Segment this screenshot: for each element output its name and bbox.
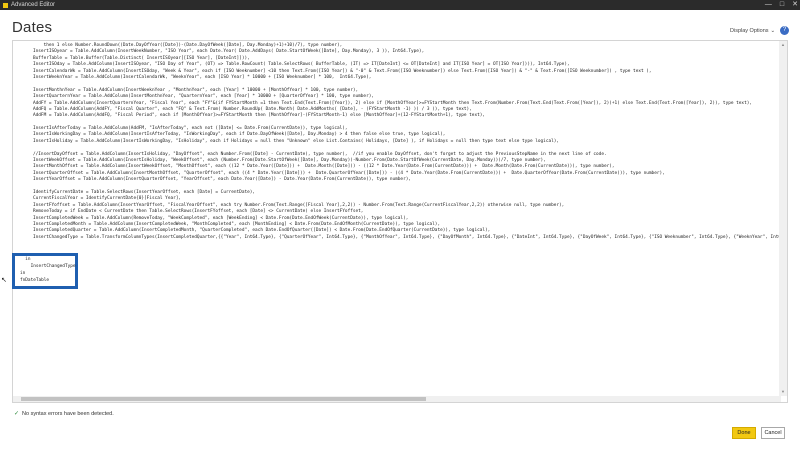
- code-line: in: [20, 271, 26, 276]
- cancel-button[interactable]: Cancel: [761, 427, 785, 439]
- status-text: No syntax errors have been detected.: [22, 410, 114, 417]
- maximize-icon[interactable]: □: [780, 0, 784, 10]
- code-text[interactable]: then 1 else Number.RoundDown((Date.DayOf…: [33, 43, 788, 241]
- scroll-down-icon[interactable]: ▼: [780, 389, 786, 395]
- power-bi-icon: [3, 2, 8, 8]
- display-options-label: Display Options: [730, 28, 769, 34]
- code-line: in: [20, 257, 31, 262]
- mouse-cursor-icon: ↖: [1, 277, 7, 284]
- done-button[interactable]: Done: [732, 427, 756, 439]
- code-line: fnDateTable: [20, 278, 50, 283]
- chevron-down-icon: ⌄: [770, 28, 776, 34]
- display-options-dropdown[interactable]: Display Options ⌄: [730, 28, 775, 34]
- minimize-icon[interactable]: —: [765, 0, 772, 10]
- horizontal-scrollbar[interactable]: [13, 396, 781, 402]
- code-editor[interactable]: then 1 else Number.RoundDown((Date.DayOf…: [12, 40, 788, 403]
- help-icon[interactable]: ?: [780, 26, 789, 35]
- code-line: InsertChangedType = Table.TransformColum…: [33, 234, 788, 240]
- check-icon: ✓: [14, 411, 20, 417]
- advanced-editor-window: Advanced Editor — □ ✕ Dates Display Opti…: [0, 0, 800, 450]
- query-title: Dates: [12, 19, 53, 36]
- code-line: AddFY = Table.AddColumn(InsertQuarternYe…: [33, 100, 753, 106]
- scroll-up-icon[interactable]: ▲: [780, 42, 786, 48]
- syntax-status: ✓ No syntax errors have been detected.: [14, 410, 114, 418]
- highlighted-code-box: in InsertChangedType in fnDateTable: [12, 253, 78, 289]
- horizontal-scroll-thumb[interactable]: [21, 397, 426, 401]
- title-bar: Advanced Editor — □ ✕: [0, 0, 800, 10]
- window-title: Advanced Editor: [11, 2, 56, 8]
- window-controls: — □ ✕: [765, 0, 798, 10]
- vertical-scrollbar[interactable]: ▲ ▼: [779, 41, 787, 396]
- close-icon[interactable]: ✕: [792, 0, 798, 10]
- code-line: InsertChangedType: [20, 264, 76, 269]
